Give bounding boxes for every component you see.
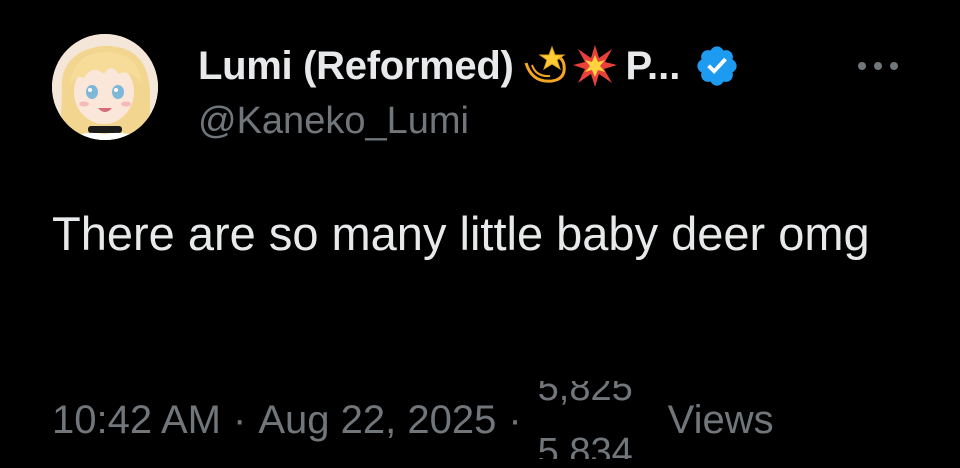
- collision-emoji: [572, 45, 617, 87]
- views-label: Views: [667, 397, 774, 442]
- avatar[interactable]: [52, 34, 158, 140]
- dizzy-star-emoji: [524, 45, 566, 83]
- display-name[interactable]: Lumi (Reformed): [198, 44, 514, 89]
- tweet-time[interactable]: 10:42 AM: [52, 398, 221, 443]
- more-options-icon[interactable]: [850, 52, 906, 80]
- meta-separator: ·: [233, 397, 247, 442]
- display-name-truncated: P...: [625, 43, 681, 88]
- tweet: Lumi (Reformed) P... @Kaneko_Lumi There …: [0, 0, 960, 468]
- views-count-current: 5,834: [537, 431, 633, 459]
- views-count-previous: 5,825: [537, 381, 633, 409]
- avatar-image: [52, 34, 158, 140]
- tweet-meta: 10:42 AM · Aug 22, 2025 · 5,825 5,834 Vi…: [52, 381, 774, 459]
- views-count: 5,825 5,834: [536, 381, 656, 459]
- user-handle[interactable]: @Kaneko_Lumi: [198, 100, 469, 143]
- meta-separator: ·: [508, 397, 522, 442]
- tweet-date[interactable]: Aug 22, 2025: [258, 398, 496, 443]
- verified-badge-icon[interactable]: [694, 43, 740, 89]
- name-row: Lumi (Reformed) P...: [198, 40, 740, 92]
- tweet-text: There are so many little baby deer omg: [52, 207, 870, 260]
